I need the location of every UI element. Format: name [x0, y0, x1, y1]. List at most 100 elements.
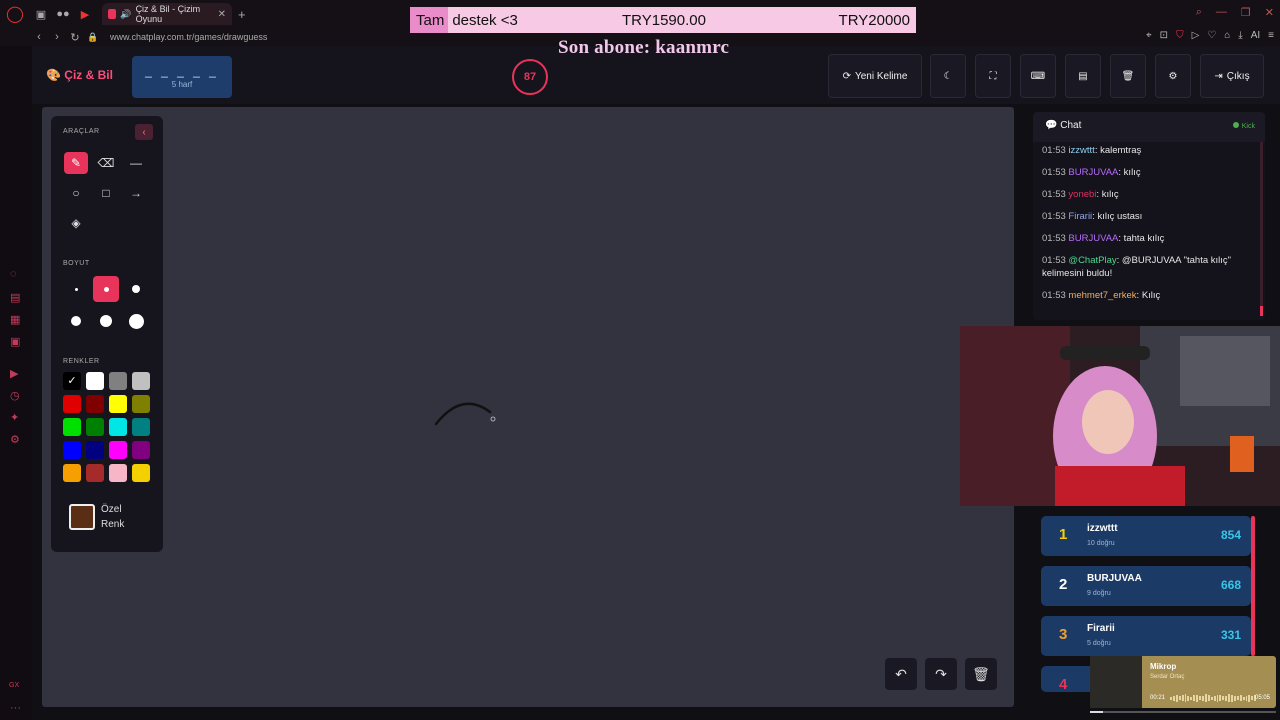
chat-scrollbar[interactable]	[1260, 142, 1263, 316]
maximize-icon[interactable]: ❐	[1241, 6, 1251, 19]
color-swatch[interactable]	[63, 395, 81, 413]
color-swatch[interactable]	[86, 395, 104, 413]
clear-canvas-button[interactable]: 🗑	[965, 658, 997, 690]
color-swatch[interactable]	[132, 418, 150, 436]
download-icon[interactable]: ⤓	[1238, 30, 1242, 41]
back-icon[interactable]: ‹	[30, 31, 48, 43]
chat-username[interactable]: yonebi	[1068, 189, 1096, 200]
close-window-icon[interactable]: ✕	[1265, 6, 1274, 19]
search-icon[interactable]: ⌕	[1196, 6, 1202, 19]
color-swatch[interactable]	[109, 441, 127, 459]
color-swatch[interactable]	[63, 441, 81, 459]
word-box: _ _ _ _ _ 5 harf	[132, 56, 232, 98]
ai-button[interactable]: AI	[1251, 30, 1260, 41]
round-timer: 87	[512, 59, 548, 95]
waveform-bar	[1228, 694, 1231, 702]
color-swatch[interactable]: ✓	[63, 372, 81, 390]
color-swatch[interactable]	[109, 464, 127, 482]
heart-icon[interactable]: ♡	[1207, 30, 1216, 41]
chat-panel: 💬 Chat Kick 01:53 izzwttt: kalemtraş 01:5…	[1033, 112, 1265, 320]
minimize-icon[interactable]: —	[1216, 6, 1227, 19]
url-field[interactable]: www.chatplay.com.tr/games/drawguess	[110, 32, 267, 42]
exit-button[interactable]: ⇥ Çıkış	[1200, 54, 1264, 98]
color-swatch[interactable]	[63, 418, 81, 436]
opera-logo-icon[interactable]: ◯	[0, 4, 30, 24]
chat-username[interactable]: @ChatPlay	[1068, 255, 1116, 266]
undo-button[interactable]: ↶	[885, 658, 917, 690]
word-blanks: _ _ _ _ _	[145, 64, 219, 78]
leaderboard-row: 1 izzwttt 10 doğru 854	[1041, 516, 1251, 556]
color-swatch[interactable]	[132, 395, 150, 413]
new-word-button[interactable]: ⟳ Yeni Kelime	[828, 54, 922, 98]
custom-color-picker[interactable]	[69, 504, 95, 530]
color-swatch[interactable]	[132, 441, 150, 459]
keyboard-button[interactable]: ⌨	[1020, 54, 1056, 98]
brush-tool[interactable]: ✎	[64, 152, 88, 174]
close-tab-icon[interactable]: ✕	[218, 9, 226, 20]
reload-icon[interactable]: ↻	[66, 31, 84, 44]
leaderboard-scrollbar[interactable]	[1251, 516, 1255, 656]
chat-message: 01:53 @ChatPlay: @BURJUVAA "tahta kılıç"…	[1042, 254, 1256, 280]
camera-icon[interactable]: ⊡	[1160, 30, 1168, 41]
size-option-4[interactable]	[63, 308, 89, 334]
dark-mode-button[interactable]: ☾	[930, 54, 966, 98]
more-icon[interactable]: ···	[10, 702, 21, 714]
color-swatch[interactable]	[109, 395, 127, 413]
chat-username[interactable]: izzwttt	[1068, 145, 1094, 156]
tab-icon-dark[interactable]: ●●	[52, 8, 74, 20]
rectangle-tool[interactable]: □	[94, 182, 118, 204]
color-swatch[interactable]	[63, 464, 81, 482]
settings-sidebar-icon[interactable]: ⚙	[10, 433, 20, 446]
color-swatch[interactable]	[109, 418, 127, 436]
extensions-icon[interactable]: ✦	[10, 411, 19, 424]
size-option-2[interactable]	[93, 276, 119, 302]
mail-icon[interactable]: ▣	[10, 335, 20, 348]
redo-button[interactable]: ↷	[925, 658, 957, 690]
collapse-panel-button[interactable]: ‹	[135, 124, 153, 140]
wallet-icon[interactable]: ⌂	[1224, 30, 1230, 41]
bag-icon[interactable]: ▤	[10, 291, 20, 304]
size-option-3[interactable]	[123, 276, 149, 302]
play-icon[interactable]: ▷	[1192, 30, 1200, 41]
color-swatch[interactable]	[132, 464, 150, 482]
color-swatch[interactable]	[86, 464, 104, 482]
shield-icon[interactable]: ⛉	[1176, 30, 1184, 41]
player-rank: 1	[1059, 526, 1068, 543]
archive-button[interactable]: ▤	[1065, 54, 1101, 98]
size-option-6[interactable]	[123, 308, 149, 334]
eraser-tool[interactable]: ⌫	[94, 152, 118, 174]
aria-icon[interactable]: ◌	[10, 268, 17, 280]
waveform-bar	[1216, 694, 1219, 702]
color-swatch[interactable]	[86, 441, 104, 459]
arrow-tool[interactable]: →	[124, 182, 148, 204]
new-tab-button[interactable]: +	[238, 7, 246, 22]
messenger-icon[interactable]: ▦	[10, 313, 20, 326]
forward-icon[interactable]: ›	[48, 31, 66, 43]
fill-tool[interactable]: ◈	[64, 212, 88, 234]
color-swatch[interactable]	[86, 372, 104, 390]
drawing-canvas[interactable]	[42, 107, 1014, 707]
menu-icon[interactable]: ≡	[1268, 30, 1274, 41]
tab-active[interactable]: 🔊 Çiz & Bil - Çizim Oyunu ✕	[102, 3, 232, 25]
history-icon[interactable]: ◷	[10, 389, 20, 402]
color-swatch[interactable]	[132, 372, 150, 390]
chat-username[interactable]: mehmet7_erkek	[1068, 290, 1136, 301]
color-swatch[interactable]	[86, 418, 104, 436]
color-swatch[interactable]	[109, 372, 127, 390]
chat-username[interactable]: BURJUVAA	[1068, 167, 1118, 178]
circle-tool[interactable]: ○	[64, 182, 88, 204]
size-option-1[interactable]	[63, 276, 89, 302]
app-logo[interactable]: 🎨 Çiz & Bil	[46, 68, 113, 82]
chat-username[interactable]: BURJUVAA	[1068, 233, 1118, 244]
clear-button[interactable]: 🗑	[1110, 54, 1146, 98]
pin-icon[interactable]: ⌖	[1146, 30, 1152, 41]
size-option-5[interactable]	[93, 308, 119, 334]
player-icon[interactable]: ▶	[10, 367, 18, 380]
chat-username[interactable]: Firarii	[1068, 211, 1092, 222]
line-tool[interactable]: —	[124, 152, 148, 174]
youtube-icon[interactable]: ▶	[74, 8, 96, 21]
workspaces-icon[interactable]: ▣	[30, 8, 52, 21]
speaker-icon[interactable]: 🔊	[120, 9, 131, 20]
fullscreen-button[interactable]: ⛶	[975, 54, 1011, 98]
settings-button[interactable]: ⚙	[1155, 54, 1191, 98]
